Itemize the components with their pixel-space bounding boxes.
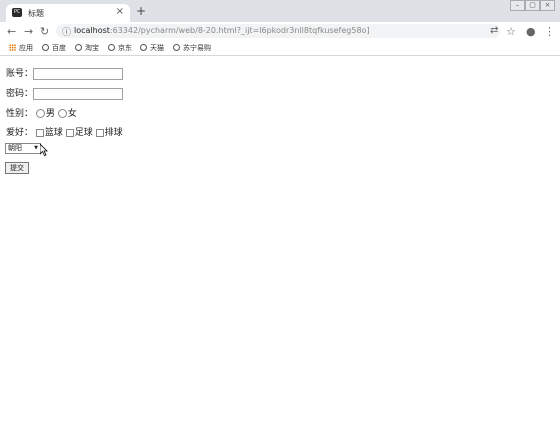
apps-grid-icon	[9, 44, 16, 51]
gender-row: 性别： 男 女	[6, 106, 77, 119]
globe-icon	[108, 44, 115, 51]
gender-female-label: 女	[67, 109, 77, 119]
gender-female-radio[interactable]	[57, 109, 67, 118]
tab-close-icon[interactable]: ×	[116, 6, 124, 17]
hobby-football-checkbox[interactable]	[65, 128, 74, 137]
hobby-football-label: 足球	[74, 128, 93, 138]
globe-icon	[140, 44, 147, 51]
bookmark-jd[interactable]: 京东	[108, 43, 132, 53]
chevron-down-icon: ▼	[34, 145, 38, 151]
account-label: 账号：	[6, 69, 34, 79]
account-row: 账号：	[6, 66, 124, 80]
hobby-row: 爱好： 篮球 足球 排球	[6, 125, 123, 138]
close-window-icon[interactable]: ×	[540, 0, 555, 11]
hobby-label: 爱好：	[6, 128, 34, 138]
forward-icon[interactable]: →	[24, 25, 33, 38]
bookmark-baidu[interactable]: 百度	[42, 43, 66, 53]
address-bar[interactable]: ⓘ localhost:63342/pycharm/web/8-20.html?…	[56, 24, 500, 38]
back-icon[interactable]: ←	[7, 25, 16, 38]
browser-tab[interactable]: PC 标题 ×	[6, 4, 130, 22]
maximize-icon[interactable]: ▢	[525, 0, 540, 11]
title-bar: PC 标题 × + – ▢ ×	[0, 0, 560, 22]
bookmark-suning[interactable]: 苏宁易购	[173, 43, 211, 53]
hobby-volleyball-checkbox[interactable]	[95, 128, 104, 137]
tab-favicon-icon: PC	[12, 8, 22, 17]
hobby-volleyball-label: 排球	[104, 128, 123, 138]
navigation-bar: ← → ↻ ⓘ localhost:63342/pycharm/web/8-20…	[0, 22, 560, 40]
menu-icon[interactable]: ⋮	[544, 25, 555, 38]
new-tab-icon[interactable]: +	[136, 4, 146, 18]
translate-icon[interactable]: ⇄	[490, 25, 498, 36]
password-row: 密码：	[6, 86, 124, 100]
info-icon[interactable]: ⓘ	[62, 25, 71, 38]
hobby-basketball-label: 篮球	[44, 128, 63, 138]
profile-icon[interactable]: ●	[526, 25, 536, 38]
gender-male-label: 男	[45, 109, 55, 119]
tab-title: 标题	[28, 9, 44, 18]
globe-icon	[75, 44, 82, 51]
bookmark-star-icon[interactable]: ☆	[506, 25, 516, 38]
bookmark-apps[interactable]: 应用	[9, 43, 33, 53]
password-label: 密码：	[6, 89, 34, 99]
globe-icon	[173, 44, 180, 51]
reload-icon[interactable]: ↻	[40, 25, 49, 38]
minimize-icon[interactable]: –	[510, 0, 525, 11]
account-input[interactable]	[33, 67, 124, 80]
password-input[interactable]	[33, 87, 124, 100]
submit-button[interactable]: 提交	[5, 162, 29, 174]
globe-icon	[42, 44, 49, 51]
city-select-value: 朝阳	[8, 144, 22, 152]
bookmark-taobao[interactable]: 淘宝	[75, 43, 99, 53]
page-content: 账号： 密码： 性别： 男 女 爱好： 篮球 足球 排球 朝阳 ▼ 提交	[0, 56, 560, 428]
bookmark-tmall[interactable]: 天猫	[140, 43, 164, 53]
bookmarks-bar: 应用 百度 淘宝 京东 天猫 苏宁易购	[0, 40, 560, 56]
hobby-basketball-checkbox[interactable]	[35, 128, 44, 137]
gender-label: 性别：	[6, 109, 34, 119]
gender-male-radio[interactable]	[35, 109, 45, 118]
url-text[interactable]: localhost:63342/pycharm/web/8-20.html?_i…	[74, 26, 370, 35]
city-select[interactable]: 朝阳 ▼	[5, 143, 41, 154]
